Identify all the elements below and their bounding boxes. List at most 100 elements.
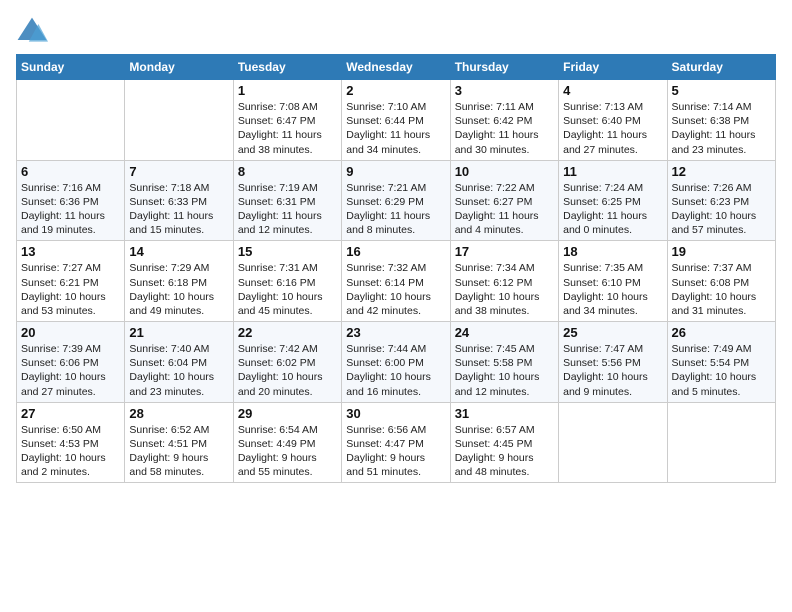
day-number: 12 [672, 164, 771, 179]
day-number: 2 [346, 83, 445, 98]
day-number: 10 [455, 164, 554, 179]
day-number: 25 [563, 325, 662, 340]
day-info: Sunrise: 7:22 AM Sunset: 6:27 PM Dayligh… [455, 181, 554, 238]
day-info: Sunrise: 7:19 AM Sunset: 6:31 PM Dayligh… [238, 181, 337, 238]
calendar-cell: 27 Sunrise: 6:50 AM Sunset: 4:53 PM Dayli… [17, 402, 125, 483]
day-info: Sunrise: 7:47 AM Sunset: 5:56 PM Dayligh… [563, 342, 662, 399]
calendar-week-row: 1Sunrise: 7:08 AM Sunset: 6:47 PM Daylig… [17, 80, 776, 161]
day-info: Sunrise: 6:54 AM Sunset: 4:49 PM Dayligh… [238, 423, 337, 480]
calendar-cell [17, 80, 125, 161]
calendar-cell: 29 Sunrise: 6:54 AM Sunset: 4:49 PM Dayli… [233, 402, 341, 483]
calendar-cell: 1Sunrise: 7:08 AM Sunset: 6:47 PM Daylig… [233, 80, 341, 161]
calendar-week-row: 13Sunrise: 7:27 AM Sunset: 6:21 PM Dayli… [17, 241, 776, 322]
calendar-cell: 16 Sunrise: 7:32 AM Sunset: 6:14 PM Dayli… [342, 241, 450, 322]
day-number: 9 [346, 164, 445, 179]
weekday-header: Sunday [17, 55, 125, 80]
calendar-cell: 2 Sunrise: 7:10 AM Sunset: 6:44 PM Daylig… [342, 80, 450, 161]
day-info: Sunrise: 7:29 AM Sunset: 6:18 PM Dayligh… [129, 261, 228, 318]
day-info: Sunrise: 7:10 AM Sunset: 6:44 PM Dayligh… [346, 100, 445, 157]
day-number: 16 [346, 244, 445, 259]
calendar-week-row: 6 Sunrise: 7:16 AM Sunset: 6:36 PM Daylig… [17, 160, 776, 241]
calendar-cell [559, 402, 667, 483]
calendar-cell: 15 Sunrise: 7:31 AM Sunset: 6:16 PM Dayli… [233, 241, 341, 322]
calendar-cell: 28Sunrise: 6:52 AM Sunset: 4:51 PM Dayli… [125, 402, 233, 483]
day-number: 5 [672, 83, 771, 98]
calendar-cell: 21 Sunrise: 7:40 AM Sunset: 6:04 PM Dayli… [125, 322, 233, 403]
day-info: Sunrise: 7:16 AM Sunset: 6:36 PM Dayligh… [21, 181, 120, 238]
calendar-cell: 18Sunrise: 7:35 AM Sunset: 6:10 PM Dayli… [559, 241, 667, 322]
day-info: Sunrise: 7:31 AM Sunset: 6:16 PM Dayligh… [238, 261, 337, 318]
day-info: Sunrise: 7:40 AM Sunset: 6:04 PM Dayligh… [129, 342, 228, 399]
day-info: Sunrise: 6:50 AM Sunset: 4:53 PM Dayligh… [21, 423, 120, 480]
day-number: 6 [21, 164, 120, 179]
calendar-table: SundayMondayTuesdayWednesdayThursdayFrid… [16, 54, 776, 483]
weekday-header: Tuesday [233, 55, 341, 80]
calendar-cell: 25 Sunrise: 7:47 AM Sunset: 5:56 PM Dayli… [559, 322, 667, 403]
day-number: 14 [129, 244, 228, 259]
day-number: 31 [455, 406, 554, 421]
calendar-cell [125, 80, 233, 161]
calendar-cell: 24 Sunrise: 7:45 AM Sunset: 5:58 PM Dayli… [450, 322, 558, 403]
logo [16, 16, 52, 44]
calendar-cell: 14 Sunrise: 7:29 AM Sunset: 6:18 PM Dayli… [125, 241, 233, 322]
calendar-cell: 13Sunrise: 7:27 AM Sunset: 6:21 PM Dayli… [17, 241, 125, 322]
calendar-week-row: 27 Sunrise: 6:50 AM Sunset: 4:53 PM Dayli… [17, 402, 776, 483]
day-info: Sunrise: 7:35 AM Sunset: 6:10 PM Dayligh… [563, 261, 662, 318]
day-info: Sunrise: 7:42 AM Sunset: 6:02 PM Dayligh… [238, 342, 337, 399]
day-info: Sunrise: 7:45 AM Sunset: 5:58 PM Dayligh… [455, 342, 554, 399]
day-number: 24 [455, 325, 554, 340]
weekday-header: Saturday [667, 55, 775, 80]
calendar-cell: 26 Sunrise: 7:49 AM Sunset: 5:54 PM Dayli… [667, 322, 775, 403]
calendar-cell: 4 Sunrise: 7:13 AM Sunset: 6:40 PM Daylig… [559, 80, 667, 161]
calendar-cell: 9 Sunrise: 7:21 AM Sunset: 6:29 PM Daylig… [342, 160, 450, 241]
calendar-cell: 8 Sunrise: 7:19 AM Sunset: 6:31 PM Daylig… [233, 160, 341, 241]
day-info: Sunrise: 7:49 AM Sunset: 5:54 PM Dayligh… [672, 342, 771, 399]
calendar-cell: 10 Sunrise: 7:22 AM Sunset: 6:27 PM Dayli… [450, 160, 558, 241]
day-number: 7 [129, 164, 228, 179]
calendar-cell: 31 Sunrise: 6:57 AM Sunset: 4:45 PM Dayli… [450, 402, 558, 483]
day-info: Sunrise: 7:32 AM Sunset: 6:14 PM Dayligh… [346, 261, 445, 318]
calendar-cell: 23Sunrise: 7:44 AM Sunset: 6:00 PM Dayli… [342, 322, 450, 403]
day-number: 8 [238, 164, 337, 179]
day-number: 30 [346, 406, 445, 421]
day-info: Sunrise: 6:52 AM Sunset: 4:51 PM Dayligh… [129, 423, 228, 480]
calendar-header-row: SundayMondayTuesdayWednesdayThursdayFrid… [17, 55, 776, 80]
day-number: 21 [129, 325, 228, 340]
calendar-week-row: 20Sunrise: 7:39 AM Sunset: 6:06 PM Dayli… [17, 322, 776, 403]
day-info: Sunrise: 6:56 AM Sunset: 4:47 PM Dayligh… [346, 423, 445, 480]
day-number: 22 [238, 325, 337, 340]
day-info: Sunrise: 6:57 AM Sunset: 4:45 PM Dayligh… [455, 423, 554, 480]
weekday-header: Friday [559, 55, 667, 80]
day-number: 29 [238, 406, 337, 421]
day-info: Sunrise: 7:18 AM Sunset: 6:33 PM Dayligh… [129, 181, 228, 238]
calendar-cell: 20Sunrise: 7:39 AM Sunset: 6:06 PM Dayli… [17, 322, 125, 403]
day-info: Sunrise: 7:34 AM Sunset: 6:12 PM Dayligh… [455, 261, 554, 318]
day-info: Sunrise: 7:26 AM Sunset: 6:23 PM Dayligh… [672, 181, 771, 238]
day-number: 11 [563, 164, 662, 179]
weekday-header: Wednesday [342, 55, 450, 80]
calendar-cell: 17 Sunrise: 7:34 AM Sunset: 6:12 PM Dayli… [450, 241, 558, 322]
day-number: 26 [672, 325, 771, 340]
page-header [16, 16, 776, 44]
calendar-cell: 12 Sunrise: 7:26 AM Sunset: 6:23 PM Dayli… [667, 160, 775, 241]
day-info: Sunrise: 7:11 AM Sunset: 6:42 PM Dayligh… [455, 100, 554, 157]
calendar-cell: 3Sunrise: 7:11 AM Sunset: 6:42 PM Daylig… [450, 80, 558, 161]
day-info: Sunrise: 7:39 AM Sunset: 6:06 PM Dayligh… [21, 342, 120, 399]
day-number: 13 [21, 244, 120, 259]
day-info: Sunrise: 7:21 AM Sunset: 6:29 PM Dayligh… [346, 181, 445, 238]
calendar-cell: 22 Sunrise: 7:42 AM Sunset: 6:02 PM Dayli… [233, 322, 341, 403]
day-info: Sunrise: 7:14 AM Sunset: 6:38 PM Dayligh… [672, 100, 771, 157]
calendar-cell: 11 Sunrise: 7:24 AM Sunset: 6:25 PM Dayli… [559, 160, 667, 241]
day-info: Sunrise: 7:24 AM Sunset: 6:25 PM Dayligh… [563, 181, 662, 238]
weekday-header: Thursday [450, 55, 558, 80]
logo-icon [16, 16, 48, 44]
day-number: 27 [21, 406, 120, 421]
day-info: Sunrise: 7:13 AM Sunset: 6:40 PM Dayligh… [563, 100, 662, 157]
calendar-cell: 5 Sunrise: 7:14 AM Sunset: 6:38 PM Daylig… [667, 80, 775, 161]
calendar-cell: 30 Sunrise: 6:56 AM Sunset: 4:47 PM Dayli… [342, 402, 450, 483]
day-number: 15 [238, 244, 337, 259]
weekday-header: Monday [125, 55, 233, 80]
day-number: 17 [455, 244, 554, 259]
day-number: 4 [563, 83, 662, 98]
calendar-cell: 19Sunrise: 7:37 AM Sunset: 6:08 PM Dayli… [667, 241, 775, 322]
